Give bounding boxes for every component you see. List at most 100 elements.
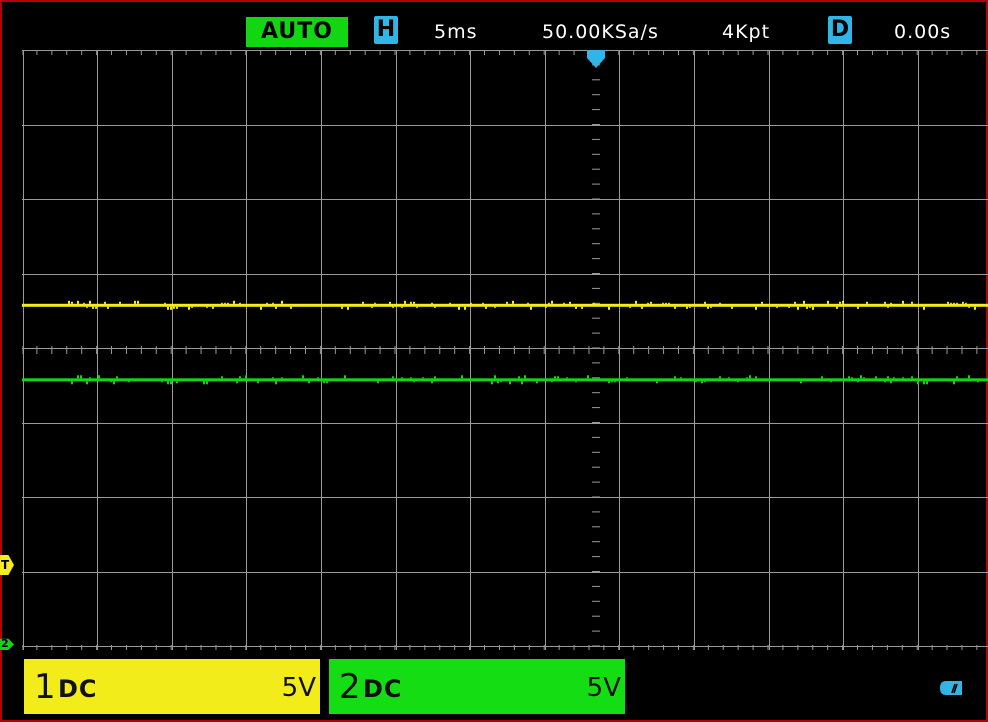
channel-1-trace-noise bbox=[674, 306, 676, 309]
channel-1-trace-noise bbox=[662, 302, 664, 304]
channel-2-trace-noise bbox=[911, 376, 913, 379]
channel-2-trace-noise bbox=[884, 381, 886, 383]
channel-1-trace-noise bbox=[608, 306, 610, 310]
channel-1-trace-noise bbox=[593, 302, 595, 304]
channel-2-trace-noise bbox=[500, 381, 502, 383]
ch2-offset-marker[interactable]: 2 bbox=[0, 637, 14, 650]
channel-2-trace-noise bbox=[566, 377, 568, 379]
channel-1-trace-noise bbox=[629, 306, 631, 308]
channel-1-trace-noise bbox=[260, 306, 262, 310]
channel-2-trace-noise bbox=[890, 381, 892, 384]
channel-1-trace-noise bbox=[962, 301, 964, 304]
channel-2-trace-noise bbox=[875, 376, 877, 379]
channel-2-trace-noise bbox=[551, 381, 553, 383]
channel-2-coupling: DC bbox=[363, 675, 403, 703]
channel-1-trace-noise bbox=[272, 302, 274, 304]
channel-2-trace-noise bbox=[203, 381, 205, 385]
channel-2-trace-noise bbox=[749, 375, 751, 379]
channel-1-trace-noise bbox=[374, 302, 376, 304]
channel-1-trace-noise bbox=[569, 301, 571, 304]
channel-2-trace-noise bbox=[674, 376, 676, 379]
channel-2-trace-noise bbox=[608, 381, 610, 384]
channel-1-trace-noise bbox=[668, 302, 670, 304]
channel-1-trace-noise bbox=[953, 302, 955, 304]
channel-2-trace-noise bbox=[401, 377, 403, 379]
channel-1-trace-noise bbox=[974, 306, 976, 310]
channel-2-trace-noise bbox=[524, 375, 526, 379]
channel-1-trace-noise bbox=[164, 302, 166, 304]
horizontal-position-marker[interactable] bbox=[585, 50, 607, 70]
channel-2-trace-noise bbox=[377, 381, 379, 384]
channel-1-trace-noise bbox=[470, 302, 472, 304]
channel-2-trace-noise bbox=[89, 377, 91, 379]
channel-1-trace-noise bbox=[839, 301, 841, 304]
channel-1-trace-noise bbox=[413, 301, 415, 304]
channel-1-trace-noise bbox=[227, 302, 229, 304]
channel-1-trace-noise bbox=[434, 306, 436, 308]
channel-1-trace-noise bbox=[71, 301, 73, 304]
channel-2-trace-noise bbox=[281, 377, 283, 379]
channel-1-trace-noise bbox=[176, 306, 178, 309]
channel-1-trace-noise bbox=[392, 306, 394, 308]
channel-2-trace-noise bbox=[98, 375, 100, 379]
channel-2-trace-noise bbox=[953, 381, 955, 385]
channel-1-trace-noise bbox=[506, 301, 508, 304]
channel-2-trace-noise bbox=[860, 375, 862, 379]
channel-1-trace-noise bbox=[512, 300, 514, 304]
status-bar: AUTO H 5ms 50.00KSa/s 4Kpt D 0.00s bbox=[2, 2, 988, 52]
channel-2-trace-noise bbox=[737, 381, 739, 383]
channel-1-trace-noise bbox=[431, 302, 433, 304]
channel-2-trace-noise bbox=[956, 376, 958, 379]
channel-2-trace-noise bbox=[848, 376, 850, 379]
channel-2-trace-noise bbox=[161, 381, 163, 383]
channel-2-trace-noise bbox=[887, 376, 889, 379]
channel-1-trace-noise bbox=[647, 302, 649, 304]
channel-2-trace-noise bbox=[857, 381, 859, 383]
delay-badge[interactable]: D bbox=[828, 16, 852, 44]
channel-1-box[interactable]: 1 DC 5V bbox=[24, 659, 320, 714]
channel-1-trace-noise bbox=[530, 306, 532, 310]
channel-1-trace-noise bbox=[167, 306, 169, 310]
channel-1-trace-noise bbox=[923, 306, 925, 310]
channel-1-trace-noise bbox=[809, 306, 811, 308]
channel-2-trace-noise bbox=[167, 381, 169, 385]
channel-1-trace-noise bbox=[836, 306, 838, 309]
channel-1-trace-noise bbox=[410, 301, 412, 304]
channel-2-trace-noise bbox=[86, 381, 88, 385]
channel-1-trace-noise bbox=[704, 301, 706, 304]
channel-1-trace-noise bbox=[635, 300, 637, 304]
channel-1-trace-noise bbox=[485, 306, 487, 309]
channel-2-trace-noise bbox=[626, 377, 628, 379]
channel-1-trace-noise bbox=[239, 302, 241, 304]
channel-2-number: 2 bbox=[339, 667, 361, 707]
channel-1-trace-noise bbox=[92, 306, 94, 309]
channel-1-trace-noise bbox=[686, 306, 688, 309]
channel-2-trace-noise bbox=[554, 376, 556, 379]
channel-1-trace-noise bbox=[77, 300, 79, 304]
run-mode-badge[interactable]: AUTO bbox=[246, 17, 348, 47]
channel-1-trace-noise bbox=[206, 306, 208, 308]
channel-1-trace-noise bbox=[290, 306, 292, 309]
channel-2-trace-noise bbox=[431, 381, 433, 384]
channel-2-trace-noise bbox=[728, 377, 730, 379]
ch2-marker-label: 2 bbox=[1, 637, 9, 650]
channel-1-trace-noise bbox=[794, 301, 796, 304]
channel-2-trace-noise bbox=[587, 375, 589, 379]
channel-2-box[interactable]: 2 DC 5V bbox=[329, 659, 625, 714]
channel-1-trace-noise bbox=[275, 306, 277, 309]
sample-rate-readout: 50.00KSa/s bbox=[542, 21, 659, 43]
horizontal-badge[interactable]: H bbox=[374, 16, 398, 44]
channel-1-trace-noise bbox=[482, 302, 484, 304]
waveform-area[interactable] bbox=[22, 50, 988, 650]
channel-1-trace-noise bbox=[761, 301, 763, 304]
channel-2-trace-noise bbox=[680, 377, 682, 379]
channel-2-trace-noise bbox=[308, 381, 310, 384]
channel-1-trace-noise bbox=[641, 306, 643, 309]
channel-1-trace-noise bbox=[950, 302, 952, 304]
channel-1-trace-noise bbox=[404, 300, 406, 304]
channel-2-trace-noise bbox=[977, 381, 979, 383]
timebase-readout: 5ms bbox=[434, 21, 478, 43]
channel-2-trace-noise bbox=[830, 381, 832, 383]
channel-1-trace-noise bbox=[887, 306, 889, 308]
channel-2-trace-noise bbox=[863, 377, 865, 379]
